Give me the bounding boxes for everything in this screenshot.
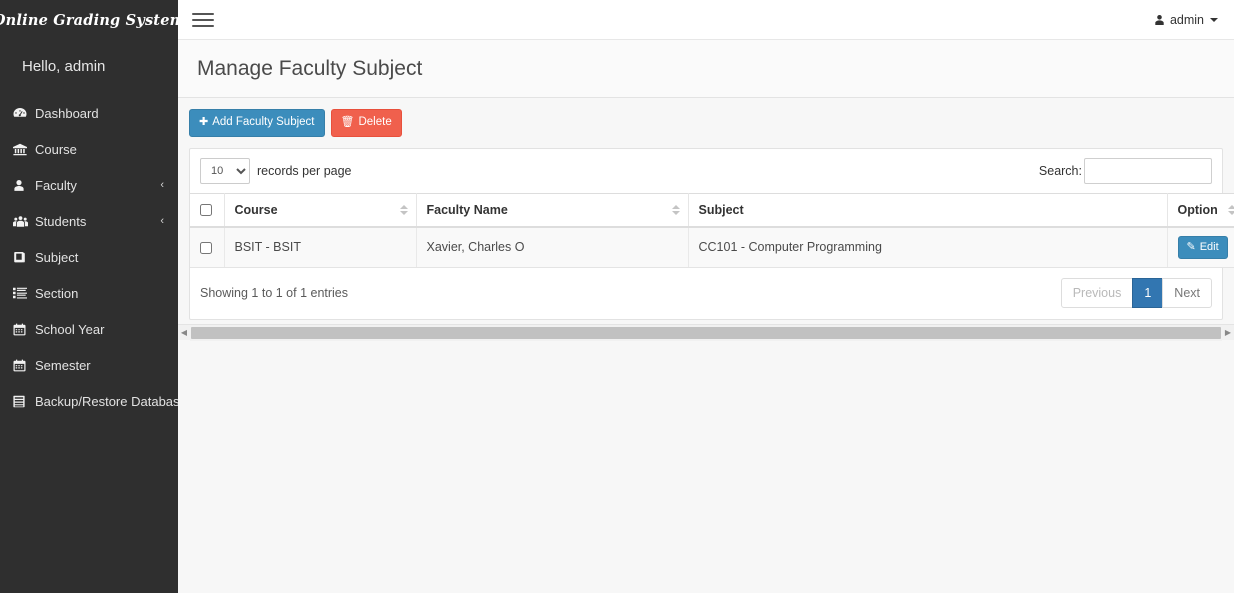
database-icon: [13, 394, 35, 408]
sidebar-item-school-year[interactable]: School Year: [0, 311, 178, 347]
page-title: Manage Faculty Subject: [197, 56, 423, 80]
topbar: admin: [178, 0, 1234, 40]
sidebar-item-dashboard[interactable]: Dashboard: [0, 95, 178, 131]
sidebar-item-label: Subject: [35, 249, 79, 265]
table-info: Showing 1 to 1 of 1 entries: [200, 285, 349, 300]
column-header-label: Course: [234, 202, 278, 217]
sidebar-item-subject[interactable]: Subject: [0, 239, 178, 275]
row-select-cell: [190, 226, 225, 268]
bank-icon: [13, 142, 35, 156]
sidebar-item-label: Students: [35, 213, 87, 229]
sidebar-item-course[interactable]: Course: [0, 131, 178, 167]
search-input[interactable]: [1084, 157, 1212, 184]
delete-label: Delete: [358, 116, 392, 128]
content-area: ✚ Add Faculty Subject 🗑 Delete 10 25 50 …: [178, 98, 1234, 593]
sort-icon: [399, 204, 408, 216]
user-icon: [13, 178, 35, 192]
sidebar-item-label: Dashboard: [35, 105, 99, 121]
pagination: Previous 1 Next: [1060, 277, 1212, 309]
list-icon: [13, 286, 35, 300]
plus-icon: ✚: [199, 116, 209, 129]
sidebar-item-label: Faculty: [35, 177, 77, 193]
select-all-checkbox[interactable]: [200, 204, 212, 217]
sidebar: Online Grading System Hello, admin Dashb…: [0, 0, 187, 593]
records-per-page-select[interactable]: 10 25 50 100: [200, 157, 250, 184]
table-row: BSIT - BSIT Xavier, Charles O CC101 - Co…: [190, 226, 1234, 268]
sidebar-item-semester[interactable]: Semester: [0, 347, 178, 383]
sidebar-item-label: Course: [35, 141, 77, 157]
select-all-header: [190, 192, 225, 228]
sidebar-item-label: Section: [35, 285, 79, 301]
app-brand: Online Grading System: [0, 11, 186, 29]
dashboard-icon: [13, 106, 35, 120]
action-toolbar: ✚ Add Faculty Subject 🗑 Delete: [178, 98, 1234, 137]
users-icon: [13, 214, 35, 228]
book-icon: [13, 250, 35, 264]
pencil-icon: ✎: [1186, 240, 1196, 253]
table-panel: 10 25 50 100 records per page Search:: [189, 147, 1234, 321]
scroll-left-arrow-icon[interactable]: ◀: [178, 325, 190, 341]
sidebar-item-section[interactable]: Section: [0, 275, 178, 311]
sidebar-item-label: School Year: [35, 321, 105, 337]
pagination-page-1[interactable]: 1: [1132, 277, 1164, 309]
column-header-course[interactable]: Course: [224, 192, 417, 228]
sidebar-item-label: Semester: [35, 357, 91, 373]
records-per-page-control: 10 25 50 100 records per page: [200, 157, 352, 184]
cell-faculty-name: Xavier, Charles O: [416, 226, 689, 268]
column-header-option[interactable]: Option: [1167, 192, 1234, 228]
row-checkbox[interactable]: [200, 241, 212, 254]
sidebar-greeting: Hello, admin: [22, 58, 106, 75]
table-footer: Showing 1 to 1 of 1 entries Previous 1 N…: [190, 268, 1222, 320]
user-icon: [1154, 14, 1165, 26]
add-faculty-subject-label: Add Faculty Subject: [212, 116, 315, 128]
scroll-right-arrow-icon[interactable]: ▶: [1222, 325, 1234, 341]
column-header-label: Subject: [698, 202, 744, 217]
table-header-row: Course Faculty Name Subject Option: [190, 192, 1234, 228]
pagination-previous[interactable]: Previous: [1060, 277, 1134, 309]
trash-icon: 🗑: [340, 116, 355, 129]
column-header-label: Option: [1177, 202, 1218, 217]
column-header-subject[interactable]: Subject: [688, 192, 1168, 228]
records-per-page-label: records per page: [257, 163, 352, 178]
column-header-faculty-name[interactable]: Faculty Name: [416, 192, 689, 228]
column-header-label: Faculty Name: [426, 202, 508, 217]
sidebar-item-faculty[interactable]: Faculty ‹: [0, 167, 178, 203]
chevron-down-icon: [1210, 18, 1218, 22]
hamburger-menu-icon[interactable]: [192, 10, 214, 30]
sidebar-caret-icon: ‹: [160, 214, 164, 227]
sidebar-item-label: Backup/Restore Database: [35, 393, 187, 409]
sort-icon: [1228, 204, 1234, 216]
user-menu-label: admin: [1169, 13, 1204, 27]
calendar-icon: [13, 322, 35, 336]
pagination-next[interactable]: Next: [1162, 277, 1212, 309]
calendar-icon: [13, 358, 35, 372]
horizontal-scrollbar[interactable]: ◀ ▶: [178, 324, 1234, 341]
sort-icon: [671, 204, 680, 216]
table-controls: 10 25 50 100 records per page Search:: [190, 149, 1222, 193]
user-menu[interactable]: admin: [1154, 0, 1218, 40]
sidebar-item-students[interactable]: Students ‹: [0, 203, 178, 239]
cell-subject: CC101 - Computer Programming: [688, 226, 1168, 268]
cell-option: ✎ Edit: [1167, 226, 1234, 268]
cell-course: BSIT - BSIT: [224, 226, 417, 268]
sidebar-caret-icon: ‹: [160, 178, 164, 191]
add-faculty-subject-button[interactable]: ✚ Add Faculty Subject: [189, 109, 325, 137]
edit-button[interactable]: ✎ Edit: [1177, 235, 1228, 259]
search-label: Search:: [1038, 163, 1082, 178]
sidebar-item-backup-restore-database[interactable]: Backup/Restore Database: [0, 383, 187, 419]
delete-button[interactable]: 🗑 Delete: [330, 109, 402, 137]
scrollbar-track[interactable]: [190, 324, 1222, 341]
edit-label: Edit: [1199, 240, 1219, 253]
page-header: Manage Faculty Subject: [178, 40, 1234, 98]
search-control: Search:: [1038, 157, 1212, 184]
scrollbar-thumb[interactable]: [191, 326, 1221, 339]
faculty-subject-table: Course Faculty Name Subject Option BSIT …: [190, 192, 1234, 268]
